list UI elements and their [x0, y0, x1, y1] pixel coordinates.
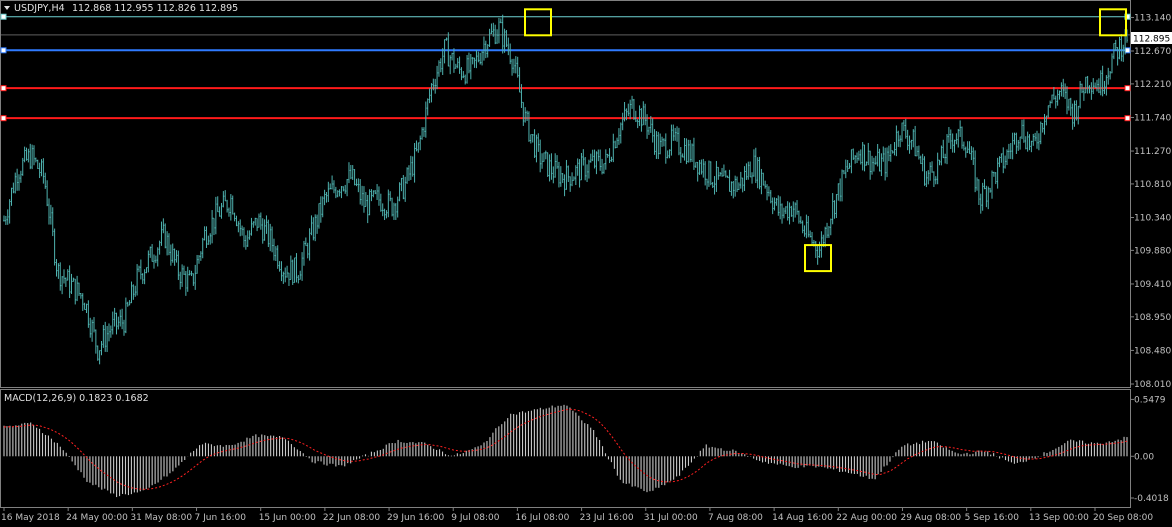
time-tick-label: 16 May 2018: [1, 513, 60, 523]
price-tick-label: 112.670: [1134, 47, 1171, 57]
level-handle[interactable]: [1124, 47, 1131, 54]
time-tick-label: 15 Jun 00:00: [259, 513, 316, 523]
current-price-tag: 112.895: [1131, 32, 1172, 45]
time-tick-label: 29 Jun 16:00: [387, 513, 444, 523]
level-handle[interactable]: [0, 85, 7, 92]
macd-tick-label: 0.5479: [1134, 395, 1166, 405]
symbol-timeframe: USDJPY,H4: [14, 3, 65, 14]
dropdown-triangle-icon[interactable]: [4, 6, 10, 10]
time-tick-label: 9 Jul 08:00: [451, 513, 500, 523]
macd-tick-label: -0.4018: [1134, 494, 1169, 504]
time-tick-label: 22 Jun 08:00: [323, 513, 380, 523]
level-handle[interactable]: [0, 13, 7, 20]
price-tick-label: 108.010: [1134, 380, 1171, 390]
price-candles: [3, 14, 1128, 365]
time-tick-label: 22 Aug 00:00: [836, 513, 897, 523]
price-tick-label: 110.340: [1134, 214, 1171, 224]
price-tick-label: 113.140: [1134, 13, 1171, 23]
time-tick-label: 24 May 00:00: [66, 513, 128, 523]
time-tick-label: 20 Sep 08:00: [1093, 513, 1153, 523]
time-axis[interactable]: 16 May 2018 24 May 00:00 31 May 08:00 7 Jun…: [1, 507, 1153, 523]
chart-header: USDJPY,H4 112.868 112.955 112.826 112.89…: [4, 3, 238, 14]
horizontal-levels[interactable]: [0, 13, 1131, 122]
time-tick-label: 31 Jul 00:00: [644, 513, 698, 523]
price-tick-label: 108.480: [1134, 346, 1171, 356]
price-tick-label: 111.270: [1134, 147, 1171, 157]
macd-histogram: [3, 404, 1128, 498]
time-tick-label: 5 Sep 16:00: [965, 513, 1020, 523]
macd-tick-label: 0.00: [1134, 452, 1154, 462]
price-tick-label: 110.810: [1134, 180, 1171, 190]
time-tick-label: 23 Jul 16:00: [580, 513, 634, 523]
price-axis[interactable]: 113.140 112.670 112.210 111.740 111.270 110.8…: [1130, 13, 1171, 390]
main-plot-frame: [0, 0, 1131, 388]
highlight-box[interactable]: [524, 8, 552, 37]
macd-signal-line: [3, 408, 1128, 490]
level-handle[interactable]: [1124, 115, 1131, 122]
time-tick-label: 16 Jul 08:00: [515, 513, 569, 523]
price-tick-label: 111.740: [1134, 113, 1171, 123]
time-tick-label: 31 May 08:00: [130, 513, 192, 523]
trading-chart[interactable]: 113.140 112.670 112.210 111.740 111.270 110.8…: [0, 0, 1172, 527]
level-handle[interactable]: [0, 115, 7, 122]
ohlc-values: 112.868 112.955 112.826 112.895: [72, 3, 238, 14]
time-tick-label: 29 Aug 08:00: [900, 513, 961, 523]
time-tick-label: 13 Sep 00:00: [1029, 513, 1089, 523]
price-tick-label: 109.880: [1134, 246, 1171, 256]
macd-axis[interactable]: 0.5479 0.00 -0.4018: [1130, 395, 1169, 504]
time-tick-label: 7 Aug 08:00: [708, 513, 763, 523]
macd-plot-frame: [0, 389, 1131, 508]
price-tick-label: 108.950: [1134, 313, 1171, 323]
price-tick-label: 112.210: [1134, 80, 1171, 90]
level-handle[interactable]: [0, 47, 7, 54]
macd-header: MACD(12,26,9) 0.1823 0.1682: [4, 393, 149, 404]
time-tick-label: 7 Jun 16:00: [195, 513, 247, 523]
price-tick-label: 109.410: [1134, 280, 1171, 290]
time-tick-label: 14 Aug 16:00: [772, 513, 833, 523]
level-handle[interactable]: [1124, 85, 1131, 92]
current-price-label: 112.895: [1133, 35, 1170, 45]
highlight-box[interactable]: [1099, 8, 1127, 37]
